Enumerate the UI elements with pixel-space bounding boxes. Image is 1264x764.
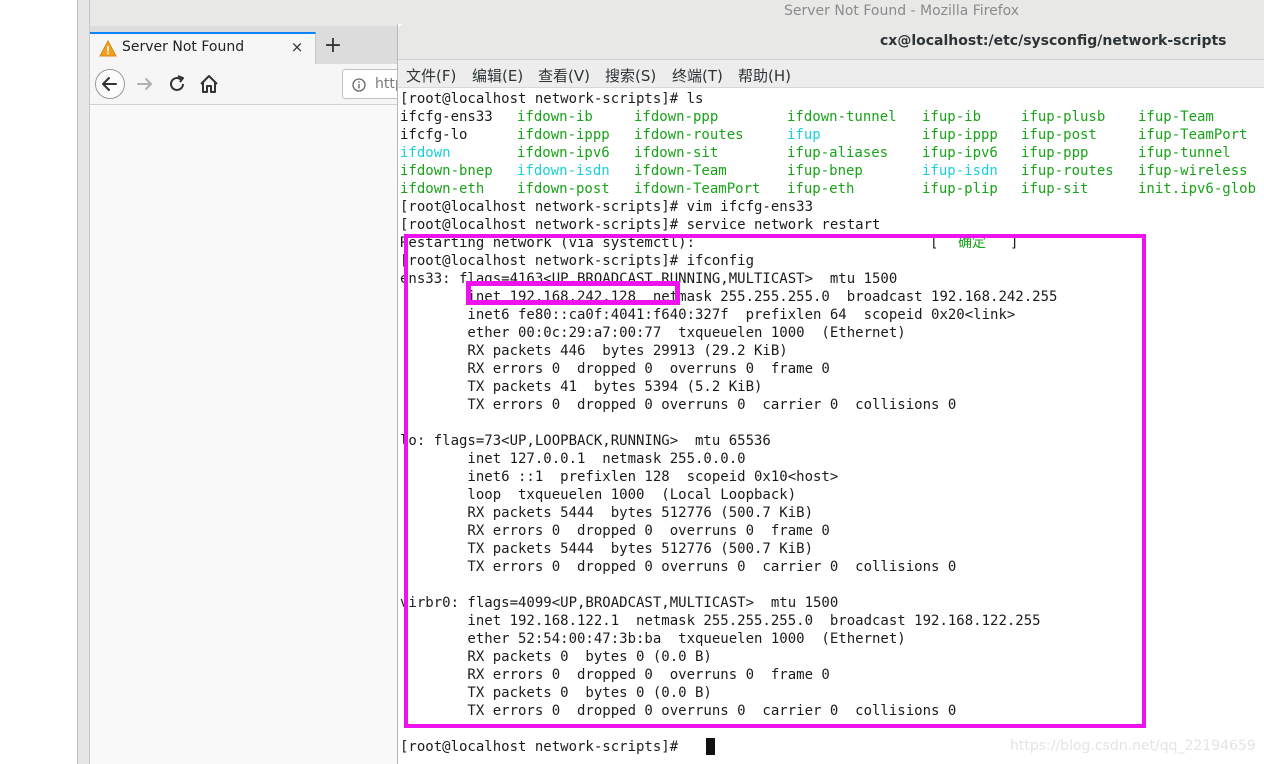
home-button[interactable] [198, 73, 220, 95]
ls-entry: ifup [787, 127, 821, 143]
ifconfig-line: inet 192.168.122.1 netmask 255.255.255.0… [400, 613, 1041, 629]
ls-entry: ifup-eth [787, 181, 855, 197]
desktop-margin [0, 0, 78, 764]
ls-entry: ifdown-ipv6 [517, 145, 610, 161]
terminal-output[interactable]: [root@localhost network-scripts]# ls ifc… [398, 88, 1264, 764]
ls-entry: ifup-tunnel [1138, 145, 1231, 161]
ls-entry: ifdown-eth [400, 181, 485, 197]
ifconfig-line: inet 192.168.242.128 netmask 255.255.255… [400, 289, 1058, 305]
ifconfig-line: TX errors 0 dropped 0 overruns 0 carrier… [400, 559, 957, 575]
ls-entry: ifdown [400, 145, 451, 161]
home-icon [200, 75, 218, 93]
ls-entry: ifup-sit [1021, 181, 1089, 197]
prompt-line: [root@localhost network-scripts]# ifconf… [400, 253, 755, 269]
restart-message: Restarting network (via systemctl): [400, 235, 696, 251]
terminal-titlebar: cx@localhost:/etc/sysconfig/network-scri… [398, 24, 1264, 60]
ls-entry: ifdown-isdn [517, 163, 610, 179]
restart-status: 确定 [958, 235, 986, 251]
ls-entry: ifcfg-lo [400, 127, 468, 143]
forward-button[interactable] [134, 73, 156, 95]
ls-entry: ifup-ippp [922, 127, 998, 143]
terminal-window: cx@localhost:/etc/sysconfig/network-scri… [397, 24, 1264, 764]
info-icon [352, 77, 366, 92]
ifconfig-line: ether 52:54:00:47:3b:ba txqueuelen 1000 … [400, 631, 906, 647]
ls-entry: ifdown-Team [634, 163, 727, 179]
new-tab-button[interactable]: + [322, 34, 344, 58]
ls-entry: ifup-TeamPort [1138, 127, 1248, 143]
ls-entry: ifup-post [1021, 127, 1097, 143]
ifconfig-line: RX packets 446 bytes 29913 (29.2 KiB) [400, 343, 788, 359]
reload-button[interactable] [166, 73, 188, 95]
menu-help[interactable]: 帮助(H) [738, 65, 791, 86]
ls-entry: ifup-bnep [787, 163, 863, 179]
ls-entry: ifup-isdn [922, 163, 998, 179]
tab-close-button[interactable]: × [288, 38, 306, 56]
ifconfig-line: TX packets 0 bytes 0 (0.0 B) [400, 685, 712, 701]
ls-entry: ifdown-routes [634, 127, 744, 143]
restart-status-bracket: ] [1010, 235, 1019, 251]
ls-entry: ifdown-ippp [517, 127, 610, 143]
back-button[interactable] [95, 69, 125, 99]
ls-entry: ifdown-sit [634, 145, 719, 161]
ls-entry: ifup-plusb [1021, 109, 1106, 125]
ifconfig-line: inet 127.0.0.1 netmask 255.0.0.0 [400, 451, 746, 467]
ls-entry: ifdown-ib [517, 109, 593, 125]
firefox-titlebar: Server Not Found - Mozilla Firefox [90, 0, 1264, 26]
firefox-window-title: Server Not Found - Mozilla Firefox [784, 3, 1020, 19]
ls-entry: ifup-ipv6 [922, 145, 998, 161]
menu-view[interactable]: 查看(V) [538, 65, 590, 86]
ls-entry: ifup-plip [922, 181, 998, 197]
ifconfig-line: TX packets 41 bytes 5394 (5.2 KiB) [400, 379, 763, 395]
ls-entry: init.ipv6-glob [1138, 181, 1257, 197]
prompt-line: [root@localhost network-scripts]# servic… [400, 217, 881, 233]
ifconfig-line: RX errors 0 dropped 0 overruns 0 frame 0 [400, 667, 830, 683]
ifconfig-line: RX errors 0 dropped 0 overruns 0 frame 0 [400, 361, 830, 377]
menu-edit[interactable]: 编辑(E) [472, 65, 523, 86]
ifconfig-line: lo: flags=73<UP,LOOPBACK,RUNNING> mtu 65… [400, 433, 771, 449]
ls-entry: ifdown-post [517, 181, 610, 197]
ls-entry: ifdown-tunnel [787, 109, 897, 125]
ls-entry: ifup-ib [922, 109, 982, 125]
tab-server-not-found[interactable]: Server Not Found × [90, 32, 316, 64]
prompt-line: [root@localhost network-scripts]# [400, 739, 679, 755]
prompt-line: [root@localhost network-scripts]# ls [400, 91, 704, 107]
warning-icon [99, 39, 117, 57]
ls-entry: ifup-Team [1138, 109, 1214, 125]
ls-entry: ifdown-ppp [634, 109, 719, 125]
ifconfig-line: TX errors 0 dropped 0 overruns 0 carrier… [400, 703, 957, 719]
ifconfig-line: RX packets 0 bytes 0 (0.0 B) [400, 649, 712, 665]
ls-entry: ifdown-TeamPort [634, 181, 761, 197]
ls-entry: ifcfg-ens33 [400, 109, 493, 125]
forward-arrow-icon [137, 78, 152, 90]
tab-title: Server Not Found [122, 39, 245, 55]
background-window-edge [77, 0, 90, 764]
restart-status-bracket: [ [930, 235, 939, 251]
ls-entry: ifup-wireless [1138, 163, 1248, 179]
terminal-window-title: cx@localhost:/etc/sysconfig/network-scri… [880, 33, 1227, 49]
prompt-line: [root@localhost network-scripts]# vim if… [400, 199, 814, 215]
ifconfig-line: TX errors 0 dropped 0 overruns 0 carrier… [400, 397, 957, 413]
ifconfig-line: loop txqueuelen 1000 (Local Loopback) [400, 487, 797, 503]
ifconfig-line: inet6 ::1 prefixlen 128 scopeid 0x10<hos… [400, 469, 839, 485]
terminal-menubar: 文件(F) 编辑(E) 查看(V) 搜索(S) 终端(T) 帮助(H) [398, 60, 1264, 88]
ls-entry: ifup-routes [1021, 163, 1114, 179]
ifconfig-line: virbr0: flags=4099<UP,BROADCAST,MULTICAS… [400, 595, 839, 611]
watermark: https://blog.csdn.net/qq_22194659 [1010, 738, 1256, 754]
ifconfig-line: ens33: flags=4163<UP,BROADCAST,RUNNING,M… [400, 271, 898, 287]
ls-entry: ifdown-bnep [400, 163, 493, 179]
ls-entry: ifup-aliases [787, 145, 889, 161]
ifconfig-line: RX packets 5444 bytes 512776 (500.7 KiB) [400, 505, 814, 521]
menu-file[interactable]: 文件(F) [406, 65, 456, 86]
ifconfig-line: TX packets 5444 bytes 512776 (500.7 KiB) [400, 541, 814, 557]
back-arrow-icon [102, 77, 117, 91]
menu-terminal[interactable]: 终端(T) [672, 65, 723, 86]
reload-icon [170, 75, 184, 91]
ifconfig-line: ether 00:0c:29:a7:00:77 txqueuelen 1000 … [400, 325, 906, 341]
menu-search[interactable]: 搜索(S) [605, 65, 656, 86]
terminal-cursor [706, 738, 715, 755]
ifconfig-line: RX errors 0 dropped 0 overruns 0 frame 0 [400, 523, 830, 539]
ls-entry: ifup-ppp [1021, 145, 1089, 161]
ifconfig-line: inet6 fe80::ca0f:4041:f640:327f prefixle… [400, 307, 1016, 323]
